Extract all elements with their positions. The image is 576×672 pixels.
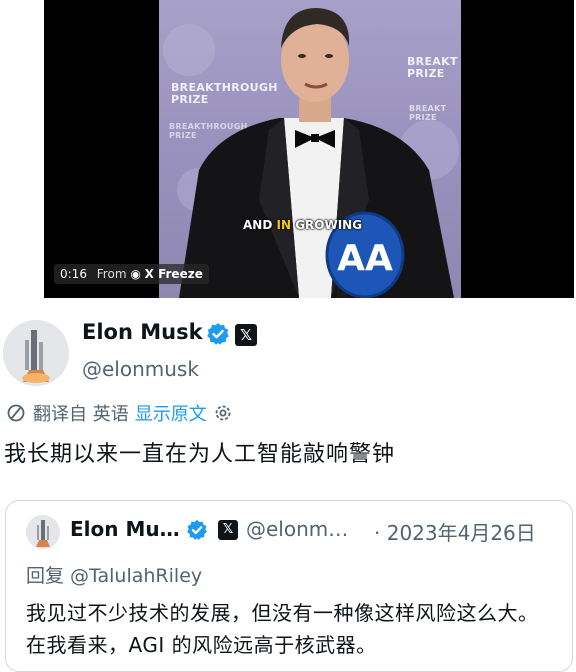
quoted-author-handle[interactable]: @elonm… xyxy=(246,517,348,541)
quoted-tweet-text: 我见过不少技术的发展，但没有一种像这样风险这么大。在我看来，AGI 的风险远高于… xyxy=(26,601,539,657)
translation-row: 翻译自 英语 显示原文 xyxy=(5,400,233,426)
quoted-timestamp[interactable]: · 2023年4月26日 xyxy=(374,517,536,546)
video-source-name: X Freeze xyxy=(144,267,203,281)
quoted-author-name[interactable]: Elon Mu… xyxy=(70,517,180,541)
video-frame: BREAKTHROUGH PRIZE BREAKTHROUGH PRIZE BREA… xyxy=(159,0,461,298)
video-timestamp-overlay: 0:16 From ◉ X Freeze xyxy=(54,264,209,284)
show-original-link[interactable]: 显示原文 xyxy=(135,400,207,426)
rocket-avatar-image xyxy=(3,320,69,386)
x-affiliation-badge: 𝕏 xyxy=(235,324,257,346)
verified-badge-icon xyxy=(187,519,207,540)
author-handle[interactable]: @elonmusk xyxy=(82,357,199,381)
timestamp: 0:16 xyxy=(60,267,87,281)
video-player[interactable]: BREAKTHROUGH PRIZE BREAKTHROUGH PRIZE BREA… xyxy=(44,0,574,298)
verified-badge-icon xyxy=(207,323,229,345)
translated-from-label: 翻译自 英语 xyxy=(33,404,129,425)
tweet-text: 我长期以来一直在为人工智能敲响警钟 xyxy=(4,442,396,467)
quoted-avatar[interactable] xyxy=(26,515,60,549)
broadcast-icon: ◉ xyxy=(130,267,141,281)
mic-logo: AA xyxy=(337,238,393,279)
speaker-figure: AA xyxy=(163,8,459,298)
reply-to-line[interactable]: 回复 @TalulahRiley xyxy=(26,561,202,588)
author-name[interactable]: Elon Musk xyxy=(82,320,203,344)
translate-icon xyxy=(7,404,25,422)
from-label: From xyxy=(96,267,127,281)
gear-icon[interactable] xyxy=(213,403,233,423)
x-affiliation-badge: 𝕏 xyxy=(218,520,238,540)
quoted-tweet-card[interactable]: Elon Mu… 𝕏 @elonm… · 2023年4月26日 回复 @Talu… xyxy=(5,500,573,672)
video-caption: AND IN GROWING xyxy=(243,218,363,232)
avatar[interactable] xyxy=(3,320,69,386)
rocket-avatar-image xyxy=(26,515,60,549)
